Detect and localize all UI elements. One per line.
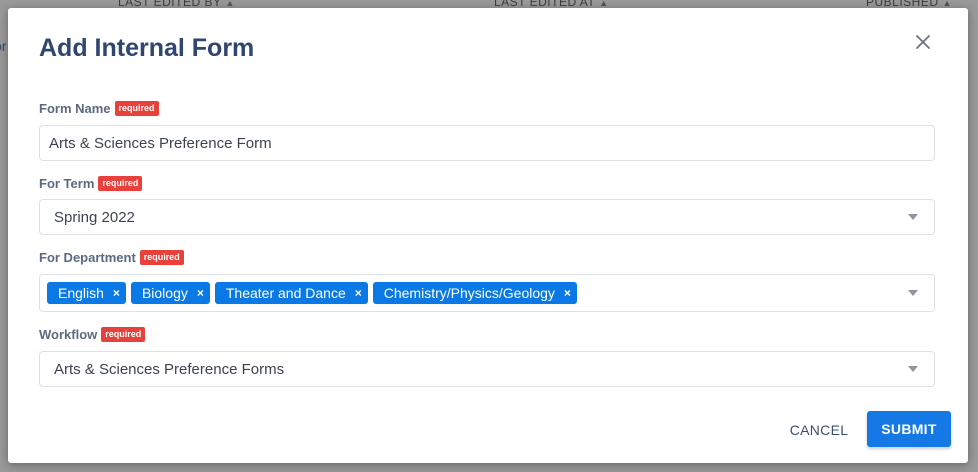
add-internal-form-modal: Add Internal Form Form Name required For… (8, 8, 968, 463)
chevron-down-icon (908, 214, 918, 220)
modal-title: Add Internal Form (39, 34, 255, 62)
close-icon (916, 35, 930, 49)
required-badge: required (101, 327, 146, 342)
chevron-down-icon (908, 366, 918, 372)
cancel-button[interactable]: CANCEL (778, 416, 860, 444)
required-badge: required (114, 101, 159, 116)
department-tag-english: English × (47, 282, 126, 304)
for-department-multiselect[interactable]: English × Biology × Theater and Dance × … (39, 274, 935, 312)
workflow-label: Workflow required (39, 327, 146, 342)
workflow-select[interactable]: Arts & Sciences Preference Forms (39, 351, 935, 387)
remove-tag-icon[interactable]: × (562, 286, 573, 300)
workflow-selected-value: Arts & Sciences Preference Forms (54, 360, 285, 378)
required-badge: required (139, 250, 184, 265)
background-text-fragment: or (0, 38, 7, 54)
department-tag-theater-and-dance: Theater and Dance × (214, 282, 368, 304)
chevron-down-icon (908, 290, 918, 296)
for-term-selected-value: Spring 2022 (54, 208, 135, 226)
for-department-label: For Department required (39, 250, 184, 265)
sort-up-icon: ▲ (599, 0, 609, 8)
form-name-label: Form Name required (39, 101, 159, 116)
required-badge: required (98, 176, 143, 191)
department-tag-chemistry-physics-geology: Chemistry/Physics/Geology × (372, 282, 577, 304)
remove-tag-icon[interactable]: × (111, 286, 122, 300)
for-term-label: For Term required (39, 176, 143, 191)
for-term-select[interactable]: Spring 2022 (39, 199, 935, 235)
sort-up-icon: ▲ (225, 0, 235, 8)
close-button[interactable] (913, 32, 933, 52)
remove-tag-icon[interactable]: × (195, 286, 206, 300)
submit-button[interactable]: SUBMIT (867, 411, 951, 447)
remove-tag-icon[interactable]: × (353, 286, 364, 300)
form-name-input[interactable] (39, 125, 935, 161)
department-tag-biology: Biology × (130, 282, 210, 304)
sort-up-icon: ▲ (942, 0, 952, 8)
